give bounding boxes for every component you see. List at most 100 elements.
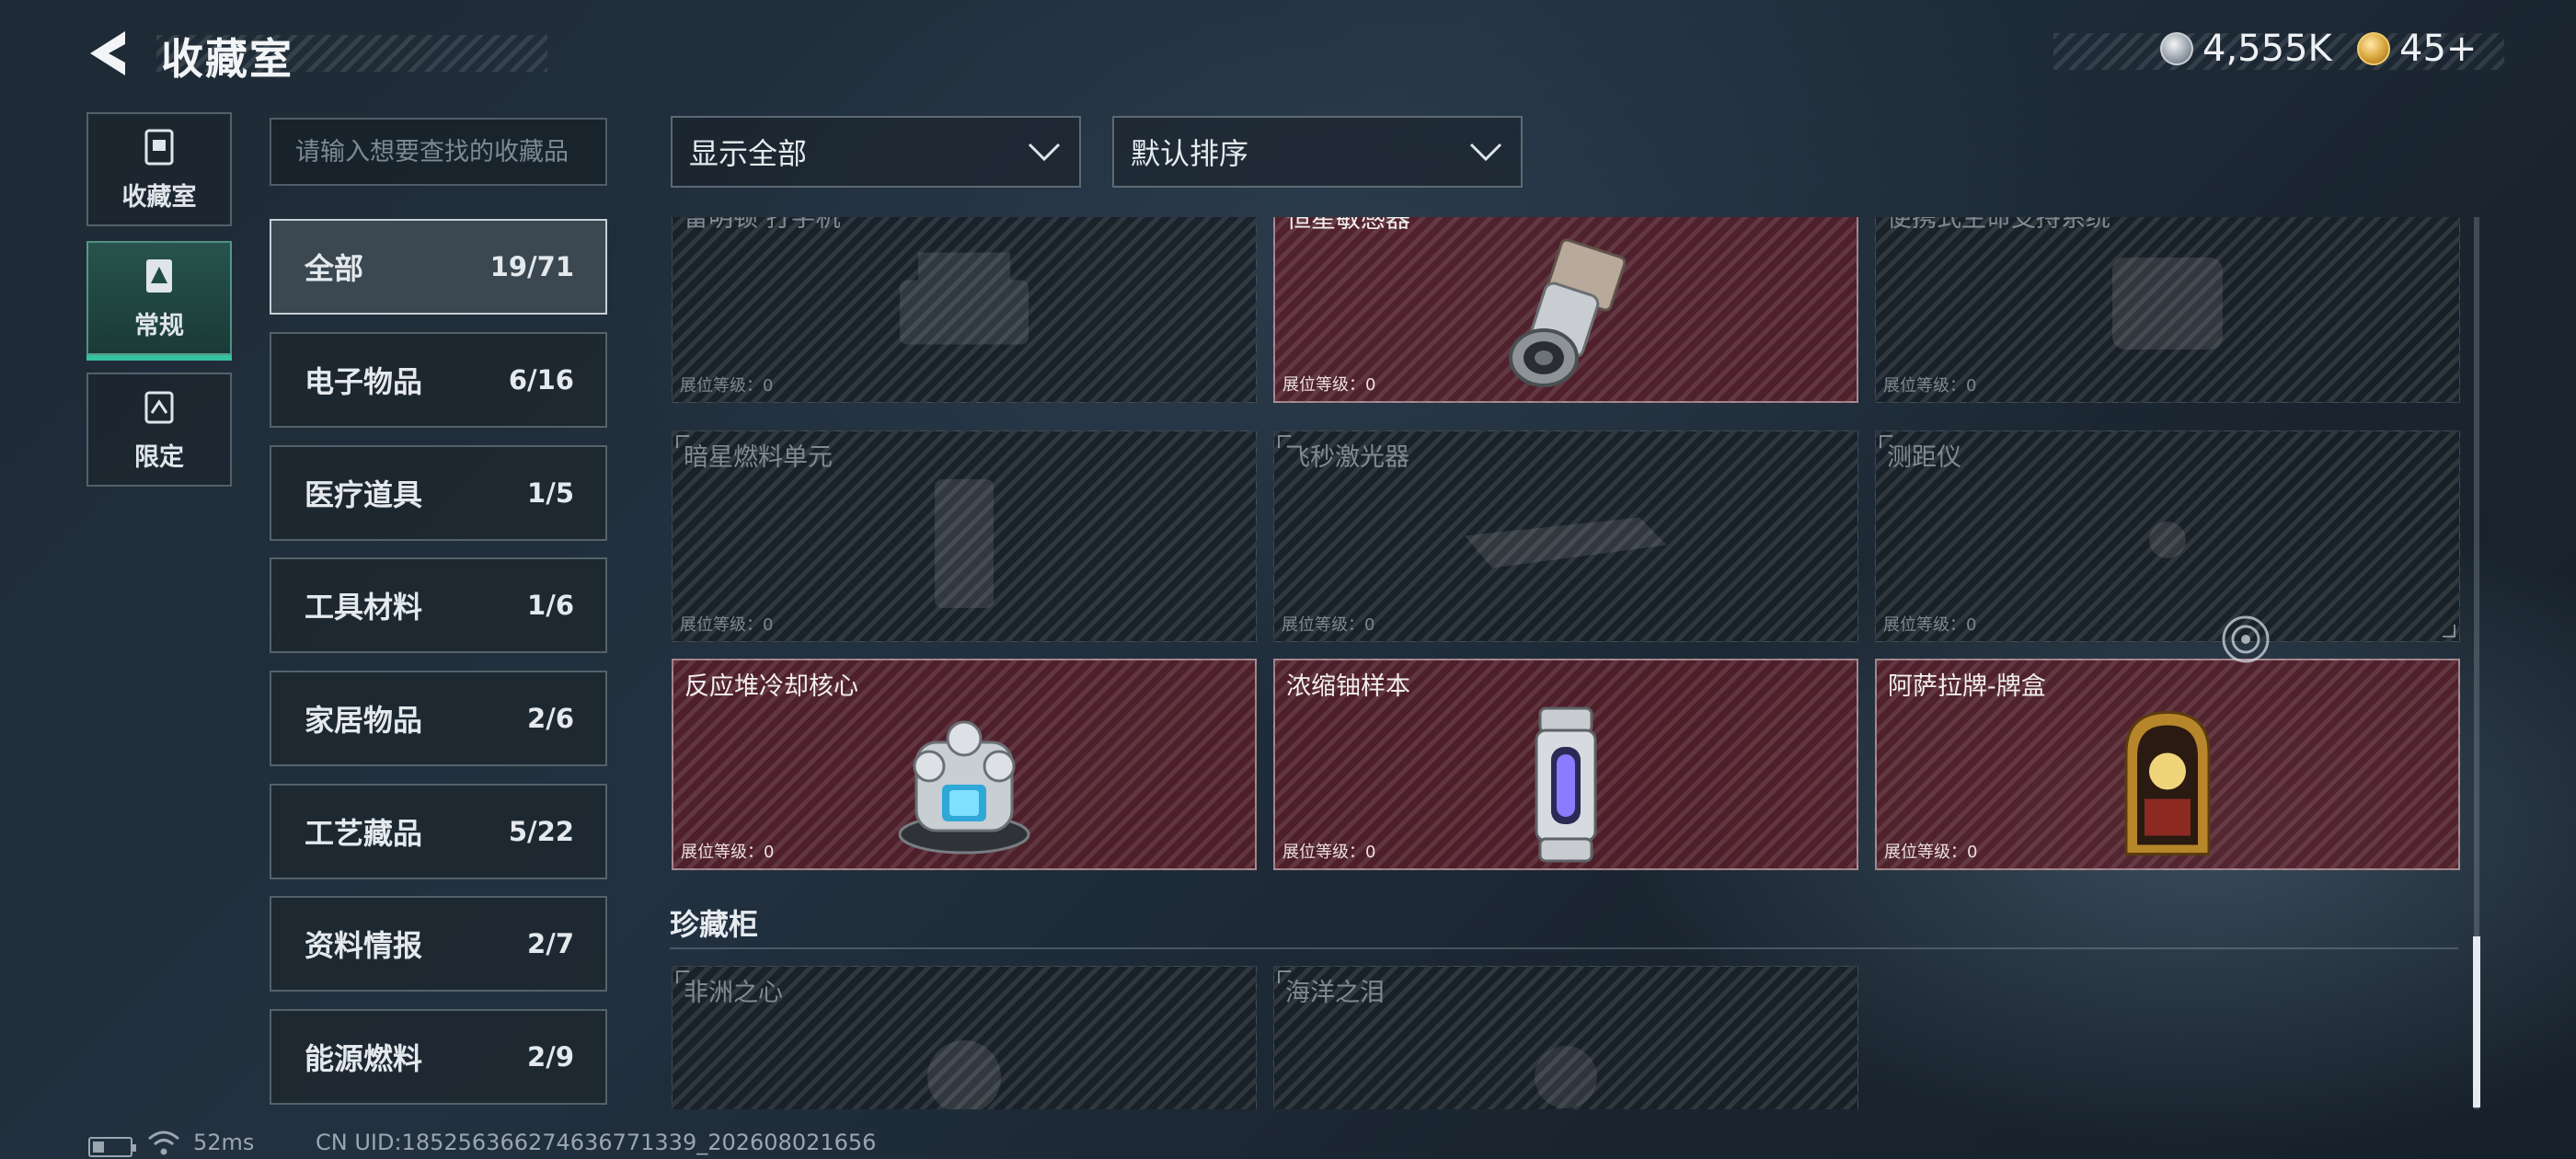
category-all[interactable]: 全部 19/71 — [270, 219, 607, 315]
page-title: 收藏室 — [161, 34, 293, 84]
category-name: 家居物品 — [305, 703, 423, 738]
collectible-level: 展位等级：0 — [1282, 375, 1376, 395]
section-title: 珍藏柜 — [670, 907, 759, 942]
collectible-level: 展位等级：0 — [1282, 843, 1376, 862]
collectible-name: 阿萨拉牌-牌盒 — [1888, 672, 2046, 701]
collectible-card[interactable]: 雷明顿 打字机 展位等级：0 — [672, 217, 1257, 403]
status-bar: 52ms CN UID:1852563662746367713​39_20260… — [0, 1124, 2576, 1159]
uranium-sample-icon — [1535, 706, 1597, 863]
section-divider — [670, 947, 2458, 949]
back-arrow-icon — [90, 31, 125, 75]
category-name: 工具材料 — [305, 590, 423, 625]
show-filter-dropdown[interactable]: 显示全部 — [671, 116, 1081, 188]
search-input[interactable] — [270, 118, 607, 186]
nav-regular[interactable]: 常规 — [86, 241, 232, 361]
star-sensor-icon — [1509, 238, 1627, 388]
collectible-level: 展位等级：0 — [680, 615, 774, 635]
collectible-name: 暗星燃料单元 — [684, 443, 833, 472]
nav-collection-room[interactable]: 收藏室 — [86, 112, 232, 226]
nav-label: 收藏室 — [121, 182, 197, 212]
sort-value: 默认排序 — [1131, 136, 1249, 171]
collectible-card[interactable]: 阿萨拉牌-牌盒 展位等级：0 — [1875, 659, 2460, 870]
chevron-down-icon — [1028, 143, 1061, 162]
scrollbar-thumb[interactable] — [2473, 936, 2480, 1107]
collectible-level: 展位等级：0 — [1883, 376, 1977, 396]
collectible-level: 展位等级：0 — [1883, 615, 1977, 635]
currency-gold-value: 45+ — [2399, 28, 2478, 70]
category-energy[interactable]: 能源燃料 2/9 — [270, 1009, 607, 1105]
nav-limited[interactable]: 限定 — [86, 373, 232, 487]
category-count: 2/9 — [527, 1041, 574, 1073]
category-count: 6/16 — [508, 364, 574, 396]
category-intel[interactable]: 资料情报 2/7 — [270, 896, 607, 992]
cabinet-item-name: 海洋之泪 — [1285, 979, 1385, 1007]
limited-icon — [144, 391, 174, 423]
collectible-name: 反应堆冷却核心 — [684, 672, 858, 701]
collectible-level: 展位等级：0 — [681, 843, 775, 862]
category-name: 工艺藏品 — [305, 816, 423, 851]
sort-dropdown[interactable]: 默认排序 — [1112, 116, 1523, 188]
cabinet-item-name: 非洲之心 — [684, 979, 783, 1007]
collectible-card[interactable]: 便携式生命支持系统 展位等级：0 — [1875, 217, 2460, 403]
ping-text: 52ms — [193, 1130, 255, 1155]
collectible-card[interactable]: 恒星敏感器 展位等级：0 — [1273, 217, 1858, 403]
life-support-icon — [2112, 258, 2223, 350]
show-filter-value: 显示全部 — [689, 136, 808, 171]
collectible-card[interactable]: 飞秒激光器 展位等级：0 — [1273, 430, 1858, 642]
wifi-icon — [148, 1130, 179, 1155]
category-count: 2/6 — [527, 703, 574, 734]
category-name: 能源燃料 — [305, 1041, 423, 1076]
nav-label: 限定 — [134, 442, 184, 472]
cabinet-card[interactable]: 非洲之心 — [672, 966, 1257, 1109]
collectible-card[interactable]: 浓缩铀样本 展位等级：0 — [1273, 659, 1858, 870]
nav-label: 常规 — [134, 311, 184, 340]
collectible-name: 雷明顿 打字机 — [684, 217, 841, 233]
collectible-card[interactable]: 暗星燃料单元 展位等级：0 — [672, 430, 1257, 642]
collectibles-grid: 雷明顿 打字机 展位等级：0 恒星敏感器 展位等级：0 便携式生命支持系统 展位… — [670, 217, 2466, 1109]
uid-text: CN UID:1852563662746367713​39_2026080216… — [316, 1130, 877, 1155]
currency-silver[interactable]: 4,555K — [2160, 28, 2332, 70]
silver-coin-icon — [2160, 32, 2193, 65]
collectible-name: 便携式生命支持系统 — [1887, 217, 2110, 233]
category-electronics[interactable]: 电子物品 6/16 — [270, 332, 607, 428]
category-crafts[interactable]: 工艺藏品 5/22 — [270, 784, 607, 879]
category-name: 医疗道具 — [305, 477, 423, 512]
category-name: 全部 — [305, 251, 364, 286]
category-name: 资料情报 — [305, 928, 423, 963]
card-corner — [2443, 625, 2455, 637]
header: 收藏室 4,555K 45+ — [0, 0, 2576, 110]
category-tools[interactable]: 工具材料 1/6 — [270, 557, 607, 653]
regular-icon — [146, 258, 172, 293]
category-count: 1/5 — [527, 477, 574, 509]
gold-coin-icon — [2357, 32, 2390, 65]
reactor-core-icon — [898, 720, 1030, 855]
category-count: 1/6 — [527, 590, 574, 621]
collection-room-icon — [144, 129, 174, 165]
category-count: 2/7 — [527, 928, 574, 959]
collectible-level: 展位等级：0 — [680, 376, 774, 396]
category-household[interactable]: 家居物品 2/6 — [270, 671, 607, 766]
chevron-down-icon — [1469, 143, 1502, 162]
laser-icon — [1465, 517, 1667, 568]
category-count: 5/22 — [508, 816, 574, 847]
collectible-name: 测距仪 — [1887, 443, 1961, 472]
currency-silver-value: 4,555K — [2202, 28, 2332, 70]
typewriter-icon — [900, 252, 1029, 345]
fuel-cell-icon — [935, 479, 994, 608]
card-box-icon — [2124, 710, 2211, 855]
target-icon[interactable] — [2220, 614, 2271, 665]
collectible-name: 恒星敏感器 — [1286, 217, 1410, 234]
collectible-name: 浓缩铀样本 — [1286, 672, 1410, 701]
ocean-tear-icon — [1535, 1046, 1597, 1108]
battery-icon — [88, 1137, 136, 1157]
collectible-card[interactable]: 测距仪 展位等级：0 — [1875, 430, 2460, 642]
heart-of-africa-icon — [927, 1040, 1001, 1109]
currency-gold[interactable]: 45+ — [2357, 28, 2477, 70]
rangefinder-icon — [2149, 522, 2186, 558]
category-name: 电子物品 — [305, 364, 423, 399]
category-medical[interactable]: 医疗道具 1/5 — [270, 445, 607, 541]
cabinet-card[interactable]: 海洋之泪 — [1273, 966, 1858, 1109]
back-button[interactable] — [85, 26, 140, 81]
collectible-card[interactable]: 反应堆冷却核心 展位等级：0 — [672, 659, 1257, 870]
category-count: 19/71 — [489, 251, 574, 282]
